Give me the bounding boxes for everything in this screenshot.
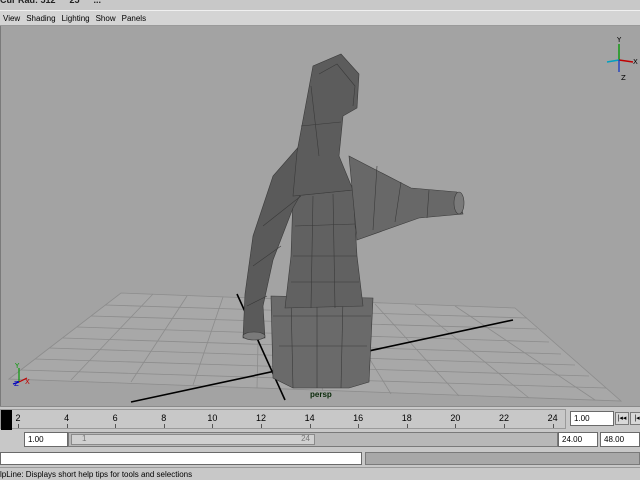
time-tick-label: 12 bbox=[255, 413, 267, 423]
time-tick-mark bbox=[504, 424, 505, 428]
time-tick-label: 24 bbox=[547, 413, 558, 423]
range-slider: 1.00 1 24 24.00 48.00 bbox=[0, 430, 640, 449]
time-tick-mark bbox=[552, 424, 554, 428]
range-bar[interactable]: 1 24 bbox=[68, 432, 558, 447]
menu-shading[interactable]: Shading bbox=[26, 14, 55, 23]
scene-render: Y X Z Y Z X bbox=[7, 36, 638, 403]
range-thumb-start: 1 bbox=[82, 434, 87, 443]
svg-text:Y: Y bbox=[616, 36, 622, 44]
command-line bbox=[0, 450, 640, 466]
menu-lighting[interactable]: Lighting bbox=[62, 14, 90, 23]
time-tick-label: 22 bbox=[498, 413, 510, 423]
time-tick-label: 10 bbox=[207, 413, 218, 423]
time-tick-mark bbox=[358, 424, 360, 428]
current-time-field[interactable]: 1.00 bbox=[570, 411, 614, 426]
time-tick-mark bbox=[163, 424, 165, 428]
time-tick-mark bbox=[261, 424, 262, 428]
time-tick-label: 6 bbox=[112, 413, 118, 423]
menu-show[interactable]: Show bbox=[96, 14, 116, 23]
menu-panels[interactable]: Panels bbox=[122, 14, 146, 23]
camera-label: persp bbox=[310, 390, 332, 399]
time-tick-label: 14 bbox=[304, 413, 315, 423]
range-thumb[interactable]: 1 24 bbox=[71, 434, 315, 445]
svg-text:X: X bbox=[25, 378, 30, 386]
time-tick-label: 8 bbox=[161, 413, 167, 423]
time-tick-mark bbox=[455, 424, 457, 428]
time-tick-mark bbox=[309, 424, 311, 428]
current-frame-marker[interactable] bbox=[1, 410, 12, 430]
end-time-field[interactable]: 24.00 bbox=[558, 432, 598, 447]
panel-menu-bar: View Shading Lighting Show Panels bbox=[0, 10, 640, 26]
time-tick-mark bbox=[212, 424, 214, 428]
step-back-button[interactable]: |◂ bbox=[630, 412, 640, 425]
command-input[interactable] bbox=[0, 452, 362, 465]
time-tick-mark bbox=[115, 424, 117, 428]
svg-text:X: X bbox=[633, 58, 638, 66]
playback-end-field[interactable]: 48.00 bbox=[600, 432, 640, 447]
time-tick-mark bbox=[66, 424, 68, 428]
time-tick-label: 20 bbox=[450, 413, 461, 423]
svg-text:Z: Z bbox=[621, 74, 626, 82]
svg-text:Z: Z bbox=[14, 380, 19, 388]
time-tick-label: 4 bbox=[64, 413, 70, 423]
time-tick-label: 2 bbox=[15, 413, 21, 423]
start-time-field[interactable]: 1.00 bbox=[24, 432, 68, 447]
help-line: lpLine: Displays short help tips for too… bbox=[0, 467, 640, 480]
time-tick-mark bbox=[406, 424, 408, 428]
time-tick-mark bbox=[18, 424, 19, 428]
perspective-viewport[interactable]: Y X Z Y Z X persp bbox=[0, 26, 640, 406]
svg-text:Y: Y bbox=[14, 362, 20, 370]
status-line: Cur Rad: 512 25... bbox=[0, 0, 640, 8]
view-axes-icon: Y Z X bbox=[606, 36, 638, 82]
menu-view[interactable]: View bbox=[3, 14, 20, 23]
time-tick-label: 16 bbox=[353, 413, 364, 423]
range-thumb-end: 24 bbox=[301, 434, 310, 443]
command-result-field bbox=[365, 452, 640, 465]
go-to-start-button[interactable]: |◂◂ bbox=[615, 412, 629, 425]
time-track[interactable]: 2 4 6 8 10 12 14 16 18 20 22 24 bbox=[0, 409, 566, 430]
time-tick-label: 18 bbox=[401, 413, 412, 423]
time-slider: 2 4 6 8 10 12 14 16 18 20 22 24 1.00 |◂◂ |◂ bbox=[0, 406, 640, 430]
